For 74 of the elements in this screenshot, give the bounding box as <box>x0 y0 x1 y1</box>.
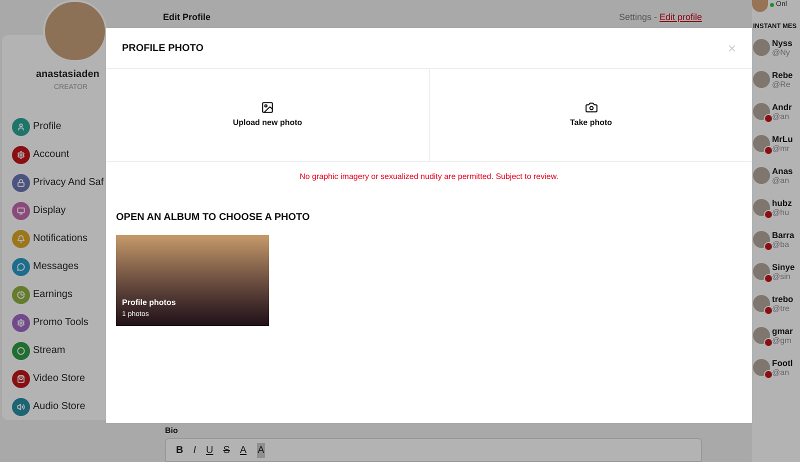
format-button[interactable]: A <box>240 442 247 458</box>
contact-avatar <box>753 103 770 120</box>
contact-name[interactable]: MrLu <box>772 134 793 144</box>
gear-icon <box>17 150 25 158</box>
format-button[interactable]: B <box>176 442 184 458</box>
page-title: Edit Profile <box>163 11 211 24</box>
username: anastasiaden <box>35 68 100 82</box>
menu-item[interactable]: Earnings <box>33 287 72 302</box>
contact-name[interactable]: trebo <box>772 294 794 304</box>
menu-item[interactable]: Privacy And Saf <box>33 175 104 190</box>
contact-handle: @tre <box>772 304 790 314</box>
bell-icon <box>17 234 25 242</box>
lock-icon <box>17 178 25 186</box>
contact-avatar <box>753 167 770 184</box>
format-button[interactable]: S <box>223 442 230 458</box>
chat-icon <box>17 262 25 270</box>
contact-avatar <box>753 327 770 344</box>
menu-item[interactable]: Stream <box>33 343 66 358</box>
contact-avatar <box>753 71 770 88</box>
gear-icon <box>17 318 25 326</box>
contact-name[interactable]: hubz <box>772 198 792 208</box>
menu-item[interactable]: Account <box>33 147 70 162</box>
contact-name[interactable]: gmar <box>772 326 793 336</box>
image-icon <box>261 101 274 114</box>
circle-icon <box>17 346 25 354</box>
user-icon <box>17 122 25 130</box>
menu-item[interactable]: Video Store <box>33 371 86 386</box>
modal-title: PROFILE PHOTO <box>122 42 204 56</box>
contact-handle: @mr <box>772 144 790 154</box>
speaker-icon <box>17 402 25 410</box>
contact-name[interactable]: Rebe <box>772 70 793 80</box>
contact-name[interactable]: Barra <box>772 230 794 240</box>
section-heading: OPEN AN ALBUM TO CHOOSE A PHOTO <box>115 211 311 225</box>
monitor-icon <box>17 206 25 214</box>
contact-handle: @gm <box>772 336 792 346</box>
camera-icon <box>584 101 598 114</box>
contact-handle: @hu <box>772 208 790 218</box>
photo-option-button[interactable]: Upload new photo <box>106 69 429 161</box>
breadcrumb: Settings - <box>618 11 658 24</box>
contact-handle: @Re <box>772 80 792 90</box>
bio-label: Bio <box>165 426 179 436</box>
menu-item[interactable]: Notifications <box>33 231 88 246</box>
menu-item[interactable]: Display <box>33 203 66 218</box>
menu-item[interactable]: Profile <box>33 119 62 134</box>
menu-item[interactable]: Audio Store <box>33 399 86 414</box>
contact-handle: @an <box>772 112 790 122</box>
contact-handle: @an <box>772 368 790 378</box>
contact-name[interactable]: Sinye <box>772 262 795 272</box>
contact-handle: @sin <box>772 272 790 282</box>
contact-handle: @Ny <box>772 48 790 58</box>
contact-avatar <box>753 199 770 216</box>
contact-avatar <box>753 263 770 280</box>
contact-name[interactable]: Footl <box>772 358 793 368</box>
avatar <box>752 0 768 12</box>
contact-avatar <box>753 39 770 56</box>
breadcrumb-link[interactable]: Edit profile <box>659 11 702 25</box>
contact-avatar <box>753 359 770 376</box>
format-button[interactable]: A <box>256 442 266 458</box>
menu-item[interactable]: Messages <box>33 259 79 274</box>
contact-name[interactable]: Andr <box>772 102 792 112</box>
menu-item[interactable]: Promo Tools <box>33 315 88 330</box>
contact-handle: @an <box>772 176 790 186</box>
pie-chart-icon <box>17 290 25 298</box>
contact-avatar <box>753 231 770 248</box>
format-button[interactable]: I <box>193 442 196 458</box>
contact-name[interactable]: Nyss <box>772 38 792 48</box>
contact-handle: @ba <box>772 240 790 250</box>
format-button[interactable]: U <box>206 442 214 458</box>
bag-icon <box>17 374 25 382</box>
contact-avatar <box>753 295 770 312</box>
contact-avatar <box>753 135 770 152</box>
warning-text: No graphic imagery or sexualized nudity are permitted. Subject to review. <box>298 171 560 183</box>
photo-option-button[interactable]: Take photo <box>429 69 752 161</box>
contact-name[interactable]: Anas <box>772 166 793 176</box>
